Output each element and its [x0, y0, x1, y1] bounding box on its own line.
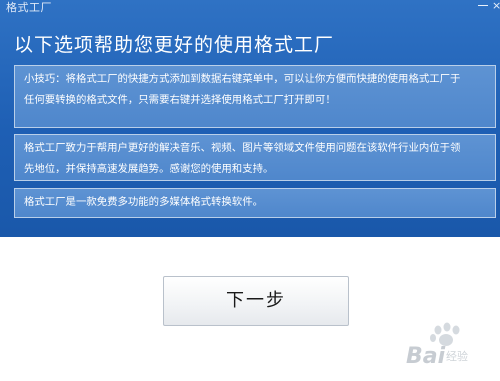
tip-panel-shortcut: 小技巧：将格式工厂的快捷方式添加到数据右键菜单中，可以让你方便而快捷的使用格式工…	[14, 65, 496, 128]
watermark-subtext: 经验	[446, 350, 468, 363]
tip-panel-mission: 格式工厂致力于帮用户更好的解决音乐、视频、图片等领域文件使用问题在该软件行业内位…	[14, 134, 496, 181]
page-heading: 以下选项帮助您更好的使用格式工厂	[14, 34, 335, 56]
minimize-button[interactable]	[476, 0, 490, 12]
app-title: 格式工厂	[6, 1, 52, 14]
next-button[interactable]: 下一步	[163, 276, 349, 326]
title-bar: 格式工厂 ×	[0, 0, 500, 14]
tip-line: 任何要转换的格式文件，只需要右键并选择使用格式工厂打开即可！	[24, 94, 336, 106]
tip-line: 格式工厂致力于帮用户更好的解决音乐、视频、图片等领域文件使用问题在该软件行业内位…	[24, 142, 461, 154]
wizard-header-area: 格式工厂 × 以下选项帮助您更好的使用格式工厂 小技巧：将格式工厂的快捷方式添加…	[0, 0, 500, 237]
tip-line: 小技巧：将格式工厂的快捷方式添加到数据右键菜单中，可以让你方便而快捷的使用格式工…	[24, 73, 461, 85]
tip-line: 格式工厂是一款免费多功能的多媒体格式转换软件。	[24, 196, 263, 208]
baidu-watermark: Bai 经验	[386, 322, 496, 376]
watermark-logo-text: Bai	[406, 344, 446, 369]
tip-line: 先地位，并保持高速发展趋势。感谢您的使用和支持。	[24, 163, 274, 175]
close-button[interactable]: ×	[492, 0, 500, 12]
tip-panel-description: 格式工厂是一款免费多功能的多媒体格式转换软件。	[14, 188, 496, 218]
